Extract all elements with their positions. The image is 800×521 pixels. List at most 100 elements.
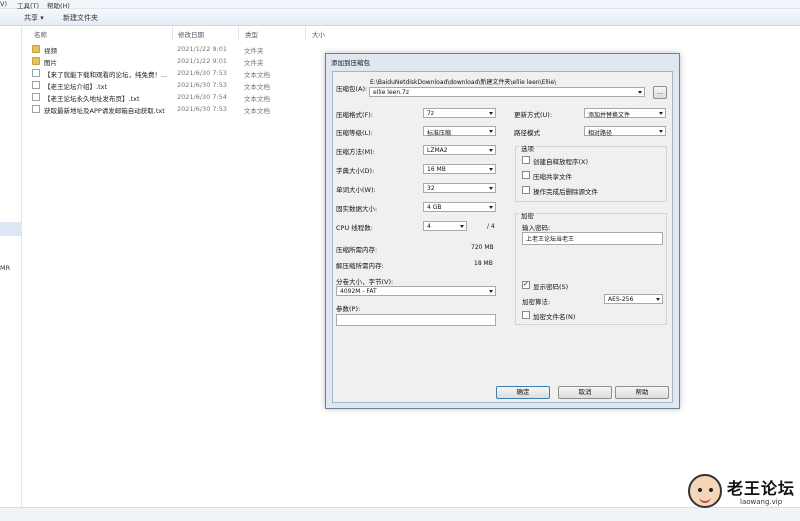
file-type: 文本文档	[244, 107, 270, 115]
logo-brand-text: 老王论坛	[727, 479, 796, 498]
solid-size-label: 固实数据大小:	[336, 205, 378, 213]
cpu-threads-combo[interactable]: 4	[423, 221, 467, 231]
file-type: 文件夹	[244, 47, 264, 55]
dropdown-arrow-icon	[489, 149, 493, 152]
shared-files-checkbox[interactable]	[522, 171, 530, 179]
file-name: 【老王论坛永久地址发布页】.txt	[44, 95, 140, 103]
dialog-title: 添加到压缩包	[331, 59, 370, 67]
delete-after-label: 操作完成后删除源文件	[533, 188, 598, 196]
text-file-icon	[32, 69, 40, 77]
dropdown-arrow-icon	[638, 91, 642, 94]
menu-bar: V) 工具(T) 帮助(H)	[0, 0, 800, 10]
column-header-type[interactable]: 类型	[245, 29, 258, 39]
sfx-checkbox[interactable]	[522, 156, 530, 164]
dropdown-arrow-icon	[659, 112, 663, 115]
file-name: 图片	[44, 59, 57, 67]
nav-selected-item[interactable]	[0, 222, 22, 236]
ok-button[interactable]: 确定	[496, 386, 550, 399]
folder-icon	[32, 45, 40, 53]
delete-after-checkbox[interactable]	[522, 186, 530, 194]
show-password-checkbox[interactable]	[522, 280, 530, 289]
memory-compress-value: 720 MB	[471, 244, 494, 251]
share-button[interactable]: 共享 ▾	[24, 13, 44, 23]
path-mode-combo[interactable]: 相对路径	[584, 126, 666, 137]
format-combo[interactable]: 7z	[423, 108, 496, 118]
list-item[interactable]: 图片 2021/1/22 9:01 文件夹	[32, 56, 322, 67]
memory-decompress-value: 18 MB	[474, 260, 493, 267]
list-item[interactable]: 【来了就能下载和观看的论坛，纯免费！... 2021/6/30 7:53 文本文…	[32, 68, 322, 79]
encrypt-names-checkbox[interactable]	[522, 311, 530, 319]
file-name: 视频	[44, 47, 57, 55]
split-size-label: 分卷大小，字节(V):	[336, 278, 394, 286]
level-label: 压缩等级(L):	[336, 129, 373, 137]
sfx-label: 创建自释放程序(X)	[533, 158, 589, 166]
level-combo[interactable]: 标准压缩	[423, 126, 496, 137]
dropdown-arrow-icon	[489, 112, 493, 115]
column-header-name[interactable]: 名称	[34, 29, 47, 39]
mascot-face-icon	[688, 474, 722, 508]
solid-size-combo[interactable]: 4 GB	[423, 202, 496, 212]
word-size-combo[interactable]: 32	[423, 183, 496, 193]
column-divider[interactable]	[172, 26, 173, 40]
word-size-label: 单词大小(W):	[336, 186, 376, 194]
column-divider[interactable]	[305, 26, 306, 40]
file-date: 2021/6/30 7:53	[177, 105, 227, 113]
status-bar	[0, 507, 800, 521]
archive-name-value: ellie leen.7z	[373, 89, 410, 96]
memory-compress-label: 压缩所需内存:	[336, 246, 378, 254]
file-name: 【来了就能下载和观看的论坛，纯免费！...	[44, 71, 168, 79]
help-button[interactable]: 帮助	[615, 386, 669, 399]
method-combo[interactable]: LZMA2	[423, 145, 496, 155]
file-date: 2021/1/22 9:01	[177, 45, 227, 53]
list-item[interactable]: 获取最新地址及APP请发邮箱自动获取.txt 2021/6/30 7:53 文本…	[32, 104, 322, 115]
column-divider[interactable]	[238, 26, 239, 40]
nav-item-partial[interactable]: MR	[0, 264, 10, 272]
dict-size-combo[interactable]: 16 MB	[423, 164, 496, 174]
logo-site-text: laowang.vip	[740, 498, 783, 506]
navigation-pane[interactable]: MR	[0, 26, 22, 507]
add-to-archive-dialog: 添加到压缩包 压缩包(A): E:\BaiduNetdiskDownload\d…	[325, 53, 680, 409]
encrypt-names-label: 加密文件名(N)	[533, 313, 576, 321]
encryption-method-combo[interactable]: AES-256	[604, 294, 663, 304]
file-type: 文件夹	[244, 59, 264, 67]
dropdown-arrow-icon	[659, 130, 663, 133]
dropdown-arrow-icon	[489, 168, 493, 171]
column-header-date[interactable]: 修改日期	[178, 29, 204, 39]
file-type: 文本文档	[244, 71, 270, 79]
file-name: 获取最新地址及APP请发邮箱自动获取.txt	[44, 107, 165, 115]
text-file-icon	[32, 81, 40, 89]
list-item[interactable]: 【老王论坛永久地址发布页】.txt 2021/6/30 7:54 文本文档	[32, 92, 322, 103]
list-item[interactable]: 【老王论坛介绍】.txt 2021/6/30 7:53 文本文档	[32, 80, 322, 91]
dialog-client-area: 压缩包(A): E:\BaiduNetdiskDownload\download…	[332, 71, 673, 403]
update-mode-combo[interactable]: 添加并替换文件	[584, 108, 666, 119]
archive-name-combo[interactable]: ellie leen.7z	[369, 87, 645, 97]
file-date: 2021/1/22 9:01	[177, 57, 227, 65]
archive-path: E:\BaiduNetdiskDownload\download\新建文件夹\e…	[370, 79, 557, 86]
dict-size-label: 字典大小(D):	[336, 167, 375, 175]
menu-view[interactable]: V)	[0, 0, 7, 8]
cpu-threads-total: / 4	[487, 223, 495, 230]
new-folder-button[interactable]: 新建文件夹	[63, 13, 98, 23]
browse-button[interactable]: ...	[653, 86, 667, 99]
password-label: 输入密码:	[522, 224, 551, 232]
shared-files-label: 压缩共享文件	[533, 173, 572, 181]
dropdown-arrow-icon	[656, 298, 660, 301]
format-label: 压缩格式(F):	[336, 111, 374, 119]
explorer-toolbar: 共享 ▾ 新建文件夹	[0, 9, 800, 26]
dialog-titlebar[interactable]: 添加到压缩包	[326, 54, 679, 69]
file-date: 2021/6/30 7:53	[177, 69, 227, 77]
encryption-title: 加密	[519, 210, 536, 220]
split-size-combo[interactable]: 4092M - FAT	[336, 286, 496, 296]
dropdown-arrow-icon	[489, 187, 493, 190]
text-file-icon	[32, 105, 40, 113]
file-type: 文本文档	[244, 95, 270, 103]
cancel-button[interactable]: 取消	[558, 386, 612, 399]
password-input[interactable]: 上老王论坛当老王	[522, 232, 663, 245]
column-header-size[interactable]: 大小	[312, 29, 325, 39]
dropdown-arrow-icon	[489, 130, 493, 133]
path-mode-label: 路径模式	[514, 129, 540, 137]
parameters-input[interactable]	[336, 314, 496, 326]
text-file-icon	[32, 93, 40, 101]
file-date: 2021/6/30 7:54	[177, 93, 227, 101]
list-item[interactable]: 视频 2021/1/22 9:01 文件夹	[32, 44, 322, 55]
